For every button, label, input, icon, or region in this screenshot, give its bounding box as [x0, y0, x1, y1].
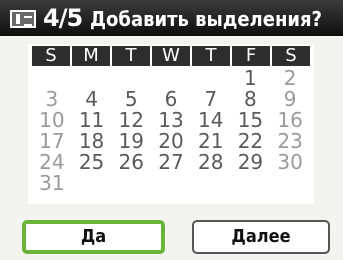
- calendar-day: 31: [39, 171, 65, 195]
- calendar-day: 23: [277, 129, 303, 153]
- calendar-empty-cell: [111, 173, 151, 194]
- calendar-day: 18: [78, 129, 105, 153]
- next-button[interactable]: Далее: [192, 220, 330, 254]
- calendar-day: 11: [78, 108, 105, 132]
- calendar-empty-cell: [231, 173, 271, 194]
- weekday-fri: F: [232, 46, 272, 66]
- calendar-empty-cell: [191, 173, 231, 194]
- calendar-empty-cell: [191, 68, 231, 89]
- page-indicator: 4/5: [43, 4, 83, 32]
- calendar-day: 9: [283, 87, 297, 111]
- calendar-empty-cell: [32, 68, 72, 89]
- calendar-day: 22: [237, 129, 264, 153]
- calendar-day: 6: [164, 87, 178, 111]
- weekday-tue: T: [112, 46, 152, 66]
- weekday-sat: S: [285, 45, 297, 66]
- calendar-day: 8: [244, 87, 257, 111]
- page-title: Добавить выделения?: [90, 7, 322, 31]
- calendar-mode-icon: [10, 10, 36, 28]
- calendar-day: 16: [277, 108, 303, 132]
- calendar-day: 3: [45, 87, 59, 111]
- calendar-day: 13: [158, 108, 184, 132]
- calendar-day: 2: [283, 66, 297, 90]
- calendar-day: 30: [277, 150, 303, 174]
- calendar-day: 29: [237, 150, 264, 174]
- title-bar: 4/5 Добавить выделения?: [0, 0, 343, 36]
- calendar-day: 25: [78, 150, 105, 174]
- calendar-day: 12: [118, 108, 144, 132]
- calendar-day: 24: [39, 150, 65, 174]
- calendar-empty-cell: [270, 173, 310, 194]
- calendar-day: 17: [39, 129, 65, 153]
- calendar-empty-cell: [72, 173, 112, 194]
- calendar-day: 10: [39, 108, 65, 132]
- calendar-day: 4: [85, 87, 98, 111]
- calendar-day: 21: [197, 129, 224, 153]
- weekday-mon: M: [72, 46, 112, 66]
- calendar-day: 14: [197, 108, 224, 132]
- yes-button[interactable]: Да: [22, 220, 165, 254]
- calendar-empty-cell: [111, 68, 151, 89]
- calendar-empty-cell: [72, 68, 112, 89]
- weekday-wed: W: [152, 46, 192, 66]
- calendar-day: 15: [237, 108, 264, 132]
- calendar: S M T W T F S 1 2 3 4 5 6 7 8 9 10 11 12 13 14 15 16 17 1…: [28, 44, 314, 204]
- weekday-header: S M T W T F S: [32, 46, 310, 66]
- calendar-day: 28: [197, 150, 224, 174]
- calendar-day: 7: [204, 87, 218, 111]
- calendar-day: 5: [124, 87, 138, 111]
- weekday-thu: T: [192, 46, 232, 66]
- calendar-day-grid: 1 2 3 4 5 6 7 8 9 10 11 12 13 14 15 16 17 18 19 20 21 22 23 24 2…: [32, 68, 310, 194]
- weekday-sun: S: [32, 46, 72, 66]
- calendar-day: 1: [244, 66, 257, 90]
- calendar-day: 19: [118, 129, 144, 153]
- calendar-empty-cell: [151, 173, 191, 194]
- calendar-day: 27: [158, 150, 184, 174]
- calendar-day: 20: [158, 129, 184, 153]
- calendar-day: 26: [118, 150, 144, 174]
- calendar-empty-cell: [151, 68, 191, 89]
